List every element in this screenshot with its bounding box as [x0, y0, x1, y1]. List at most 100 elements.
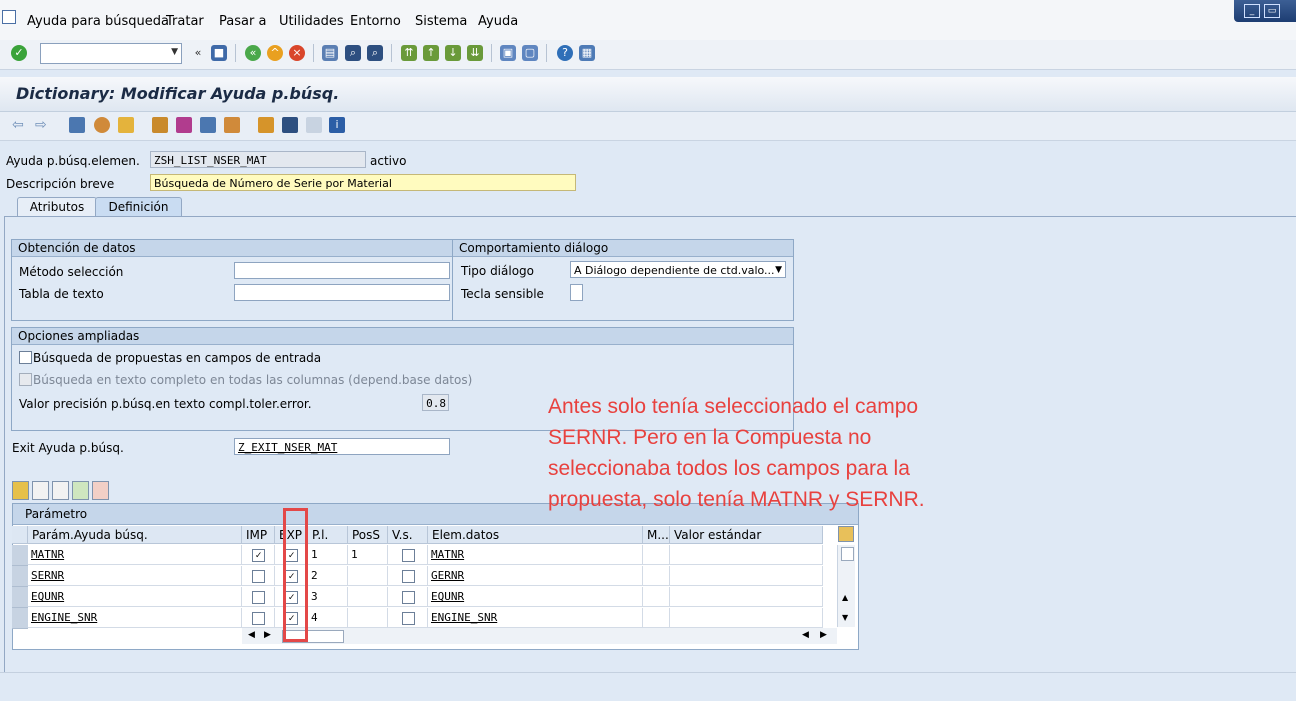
where-used-list-icon[interactable] — [224, 117, 240, 133]
info-icon[interactable]: i — [329, 117, 345, 133]
prev-page-icon[interactable]: ↑ — [423, 45, 439, 61]
help-icon[interactable]: ? — [557, 45, 573, 61]
back-green-icon[interactable]: « — [245, 45, 261, 61]
table-settings-icon[interactable] — [838, 526, 854, 542]
tab-atributos[interactable]: Atributos — [17, 197, 97, 217]
col-poss[interactable]: PosS — [348, 526, 388, 544]
vs-checkbox[interactable] — [402, 612, 415, 625]
metodo-input[interactable] — [234, 262, 450, 279]
tab-definicion[interactable]: Definición — [95, 197, 182, 217]
row-selector[interactable] — [12, 545, 28, 566]
pl-cell[interactable]: 1 — [308, 545, 348, 565]
first-page-icon[interactable]: ⇈ — [401, 45, 417, 61]
find-next-icon[interactable]: ⌕ — [367, 45, 383, 61]
minimize-icon[interactable]: _ — [1244, 4, 1260, 18]
enter-icon[interactable]: ✓ — [11, 45, 27, 61]
menu-pasar-a[interactable]: Pasar a — [219, 14, 266, 29]
back-arrow-icon[interactable]: ⇦ — [12, 117, 28, 133]
col-pl[interactable]: P.l. — [308, 526, 348, 544]
attributes-icon[interactable] — [200, 117, 216, 133]
imp-checkbox[interactable]: ✓ — [252, 549, 265, 562]
last-page-icon[interactable]: ⇊ — [467, 45, 483, 61]
desc-field[interactable]: Búsqueda de Número de Serie por Material — [150, 174, 576, 191]
scroll-left-icon[interactable]: ◀ — [802, 630, 809, 640]
cut-icon[interactable] — [12, 481, 29, 500]
imp-checkbox[interactable] — [252, 612, 265, 625]
poss-cell[interactable] — [348, 608, 388, 628]
exit-field[interactable]: Z_EXIT_NSER_MAT — [234, 438, 450, 455]
scroll-right-icon[interactable]: ▶ — [264, 630, 271, 640]
param-cell[interactable]: EQUNR — [28, 587, 242, 607]
col-imp[interactable]: IMP — [242, 526, 275, 544]
tecla-input[interactable] — [570, 284, 583, 301]
cancel-icon[interactable]: × — [289, 45, 305, 61]
chevron-down-icon[interactable]: ▼ — [171, 47, 178, 57]
save-icon[interactable]: ■ — [211, 45, 227, 61]
horizontal-scrollbar[interactable]: ◀ ▶ ◀ ▶ — [242, 628, 837, 644]
restore-icon[interactable]: ▭ — [1264, 4, 1280, 18]
other-object-icon[interactable] — [94, 117, 110, 133]
exit-icon[interactable]: ^ — [267, 45, 283, 61]
poss-cell[interactable]: 1 — [348, 545, 388, 565]
poss-cell[interactable] — [348, 566, 388, 586]
vs-checkbox[interactable] — [402, 549, 415, 562]
menu-sistema[interactable]: Sistema — [415, 14, 467, 29]
paste-icon[interactable] — [52, 481, 69, 500]
vs-checkbox[interactable] — [402, 570, 415, 583]
hierarchy-icon[interactable] — [258, 117, 274, 133]
col-elem[interactable]: Elem.datos — [428, 526, 643, 544]
param-cell[interactable]: SERNR — [28, 566, 242, 586]
vs-checkbox[interactable] — [402, 591, 415, 604]
param-cell[interactable]: ENGINE_SNR — [28, 608, 242, 628]
elem-cell[interactable]: ENGINE_SNR — [428, 608, 643, 628]
pl-cell[interactable]: 4 — [308, 608, 348, 628]
row-selector-header[interactable] — [12, 526, 28, 544]
elem-cell[interactable]: MATNR — [428, 545, 643, 565]
chevron-down-icon[interactable]: ▼ — [775, 262, 782, 279]
where-used-icon[interactable] — [152, 117, 168, 133]
scroll-thumb[interactable] — [841, 547, 854, 561]
print-icon[interactable]: ▤ — [322, 45, 338, 61]
forward-arrow-icon[interactable]: ⇨ — [35, 117, 51, 133]
scroll-down-icon[interactable]: ▼ — [842, 613, 848, 622]
imp-checkbox[interactable] — [252, 591, 265, 604]
elem-cell[interactable]: GERNR — [428, 566, 643, 586]
menu-tratar[interactable]: Tratar — [166, 14, 204, 29]
insert-row-icon[interactable] — [72, 481, 89, 500]
scroll-up-icon[interactable]: ▲ — [842, 593, 848, 602]
menu-ayuda-busqueda[interactable]: Ayuda para búsqueda — [27, 14, 169, 29]
col-valor[interactable]: Valor estándar — [670, 526, 823, 544]
test-icon[interactable] — [176, 117, 192, 133]
elem-cell[interactable]: EQUNR — [428, 587, 643, 607]
activate-icon[interactable] — [118, 117, 134, 133]
row-selector[interactable] — [12, 566, 28, 587]
back-icon[interactable]: « — [190, 45, 206, 61]
menu-utilidades[interactable]: Utilidades — [279, 14, 344, 29]
next-page-icon[interactable]: ↓ — [445, 45, 461, 61]
pl-cell[interactable]: 3 — [308, 587, 348, 607]
scroll-right-icon[interactable]: ▶ — [820, 630, 827, 640]
pl-cell[interactable]: 2 — [308, 566, 348, 586]
app-menu-icon[interactable] — [2, 10, 16, 24]
param-cell[interactable]: MATNR — [28, 545, 242, 565]
col-param[interactable]: Parám.Ayuda búsq. — [28, 526, 242, 544]
menu-entorno[interactable]: Entorno — [350, 14, 401, 29]
find-icon[interactable]: ⌕ — [345, 45, 361, 61]
row-selector[interactable] — [12, 587, 28, 608]
scroll-left-icon[interactable]: ◀ — [248, 630, 255, 640]
display-change-icon[interactable] — [69, 117, 85, 133]
vertical-scrollbar[interactable]: ▲ ▼ — [837, 545, 855, 627]
menu-ayuda[interactable]: Ayuda — [478, 14, 518, 29]
new-session-icon[interactable]: ▣ — [500, 45, 516, 61]
delete-row-icon[interactable] — [92, 481, 109, 500]
poss-cell[interactable] — [348, 587, 388, 607]
copy-icon[interactable] — [32, 481, 49, 500]
row-selector[interactable] — [12, 608, 28, 629]
propuestas-checkbox[interactable] — [19, 351, 32, 364]
tipo-dialogo-select[interactable]: A Diálogo dependiente de ctd.valo... ▼ — [570, 261, 786, 278]
col-m[interactable]: M... — [643, 526, 670, 544]
imp-checkbox[interactable] — [252, 570, 265, 583]
layout-icon[interactable] — [306, 117, 322, 133]
align-icon[interactable] — [282, 117, 298, 133]
command-field[interactable]: ▼ — [40, 43, 182, 64]
